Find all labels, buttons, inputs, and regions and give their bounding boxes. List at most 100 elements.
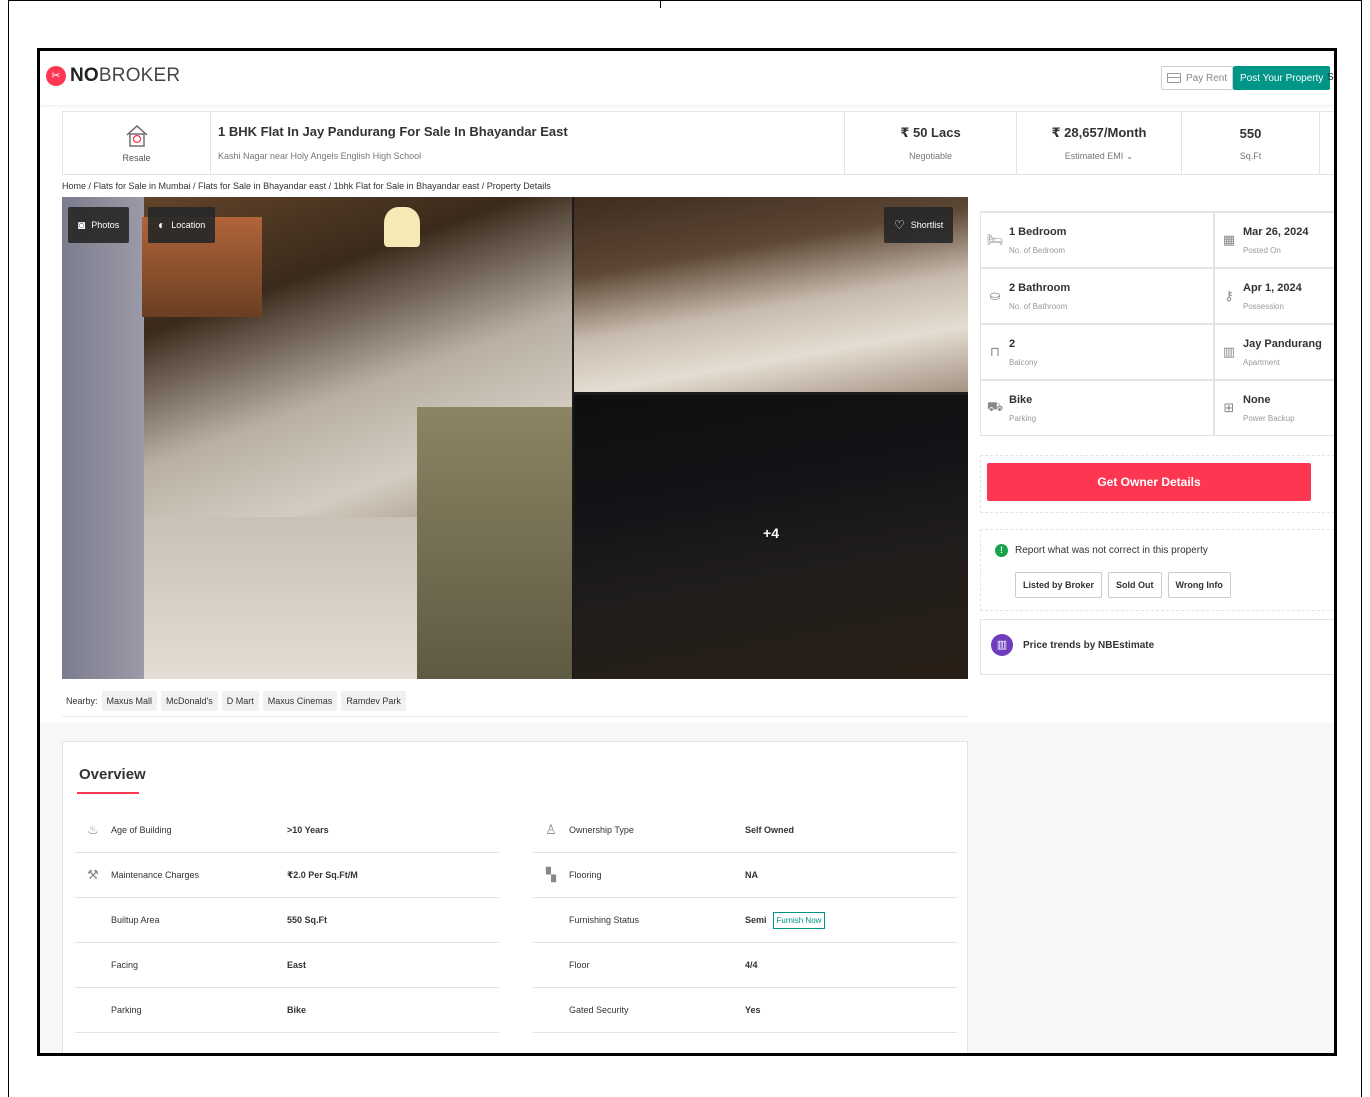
header-cut-text: S [1327,72,1334,83]
detail-label: Posted On [1243,245,1281,255]
overview-value: Self Owned [745,825,795,835]
compass-icon: ◐ [158,218,166,232]
key-icon: ⚷ [1224,288,1234,303]
furnish-now-button[interactable]: Furnish Now [772,911,826,929]
detail-value: None [1243,393,1271,406]
detail-value: Apr 1, 2024 [1243,281,1302,294]
bathtub-icon: ⛀ [989,288,1001,303]
photos-button[interactable]: ◙ Photos [68,207,130,243]
price-trends-label: Price trends by NBEstimate [1023,640,1155,651]
detail-label: Possession [1243,301,1284,311]
overview-row: ♙ Ownership Type Self Owned [533,808,957,853]
detail-value: 2 Bathroom [1009,281,1071,294]
overview-label: Facing [111,960,139,970]
wrong-info-button[interactable]: Wrong Info [1167,572,1231,598]
emi-cell[interactable]: ₹ 28,657/Month Estimated EMI ⌄ [1017,112,1182,174]
nearby-chip[interactable]: McDonald's [161,690,218,711]
overview-label: Flooring [569,870,602,880]
emi-value: ₹ 28,657/Month [1051,124,1147,140]
overview-value: Yes [745,1005,761,1015]
overview-row: ▚ Flooring NA [533,853,957,898]
nearby-chip[interactable]: D Mart [221,690,259,711]
detail-bathroom: ⛀ 2 Bathroom No. of Bathroom [980,268,1214,324]
shortlist-label: Shortlist [910,220,944,230]
card-icon [1167,73,1181,83]
battery-icon: ⊞ [1223,400,1235,415]
nobroker-logo[interactable]: ✂ NOBROKER [46,65,180,87]
breadcrumb[interactable]: Home / Flats for Sale in Mumbai / Flats … [62,181,551,191]
nearby-chip[interactable]: Maxus Cinemas [262,690,338,711]
overview-value: Bike [287,1005,307,1015]
get-owner-details-button[interactable]: Get Owner Details [987,463,1311,501]
report-tags: Listed by Broker Sold Out Wrong Info [1015,572,1231,598]
listing-title: 1 BHK Flat In Jay Pandurang For Sale In … [218,124,568,139]
overview-label: Parking [111,1005,142,1015]
nearby-chip[interactable]: Ramdev Park [341,690,406,711]
detail-posted-on: ▦ Mar 26, 2024 Posted On [1214,212,1334,268]
overview-label: Maintenance Charges [111,870,200,880]
overview-row: Furnishing Status Semi Furnish Now [533,898,957,943]
photo-gallery[interactable]: +4 ◙ Photos ◐ Location ♡ Shortlist [62,197,968,679]
report-heading: ! Report what was not correct in this pr… [995,544,1208,557]
overview-label: Gated Security [569,1005,629,1015]
area-cell: 550 Sq.Ft [1182,112,1320,174]
detail-value: Mar 26, 2024 [1243,225,1309,238]
detail-bedroom: 🛏 1 Bedroom No. of Bedroom [980,212,1214,268]
overview-value: 4/4 [745,960,758,970]
browser-viewport: ✂ NOBROKER Pay Rent Post Your Property S… [37,48,1337,1056]
emi-note[interactable]: Estimated EMI ⌄ [1065,151,1134,162]
owner-details-box: Get Owner Details [980,455,1334,513]
tools-icon: ⚒ [87,867,99,882]
location-label: Location [171,220,206,230]
price-trends-box[interactable]: ▥ Price trends by NBEstimate [980,619,1334,675]
area-unit: Sq.Ft [1239,150,1262,161]
logo-icon: ✂ [46,66,66,86]
pay-rent-label: Pay Rent [1186,72,1228,84]
listing-title-cell: 1 BHK Flat In Jay Pandurang For Sale In … [211,112,845,174]
overview-label: Furnishing Status [569,915,640,925]
detail-parking: ⛟ Bike Parking [980,380,1214,436]
site-header: ✂ NOBROKER Pay Rent Post Your Property S [40,51,1334,105]
photo-table [417,407,572,679]
overview-value: NA [745,870,758,880]
photo-wall [62,197,144,679]
listing-summary: Resale 1 BHK Flat In Jay Pandurang For S… [62,111,1334,175]
overview-row: Builtup Area 550 Sq.Ft [75,898,499,943]
resale-house-icon [126,125,147,147]
report-box: ! Report what was not correct in this pr… [980,529,1334,611]
shortlist-button[interactable]: ♡ Shortlist [884,207,954,243]
detail-label: No. of Bedroom [1009,245,1066,255]
post-property-button[interactable]: Post Your Property [1233,66,1331,90]
overview-row: ⚒ Maintenance Charges ₹2.0 Per Sq.Ft/M [75,853,499,898]
detail-apartment: ▥ Jay Pandurang Apartment [1214,324,1334,380]
pay-rent-button[interactable]: Pay Rent [1161,66,1234,90]
overview-label: Ownership Type [569,825,634,835]
price-value: ₹ 50 Lacs [900,125,961,140]
overview-row: Floor 4/4 [533,943,957,988]
sold-out-button[interactable]: Sold Out [1108,572,1162,598]
bar-chart-icon: ▥ [991,634,1013,656]
detail-value: Bike [1009,393,1033,406]
cake-icon: ♨ [87,822,99,837]
detail-label: Parking [1009,413,1037,423]
balcony-icon: ⊓ [989,344,1001,359]
owner-icon: ♙ [545,822,557,837]
more-photos-tile[interactable]: +4 [574,395,968,679]
overview-value: Semi Furnish Now [745,911,826,929]
flooring-icon: ▚ [546,867,556,882]
main-photo[interactable] [62,197,572,679]
overview-row: Gated Security Yes [533,988,957,1033]
overview-title: Overview [79,766,146,783]
photo-lamp [384,207,420,247]
furnishing-value: Semi [745,915,767,925]
location-button[interactable]: ◐ Location [148,207,216,243]
detail-label: Power Backup [1243,413,1295,423]
nearby-chip[interactable]: Maxus Mall [101,690,158,711]
resale-badge: Resale [63,112,211,174]
detail-value: 1 Bedroom [1009,225,1067,238]
listed-by-broker-button[interactable]: Listed by Broker [1015,572,1103,598]
overview-value: ₹2.0 Per Sq.Ft/M [287,869,358,880]
overview-value: >10 Years [287,825,329,835]
property-details-grid: 🛏 1 Bedroom No. of Bedroom ▦ Mar 26, 2024… [980,211,1334,436]
detail-value: 2 [1009,337,1016,350]
